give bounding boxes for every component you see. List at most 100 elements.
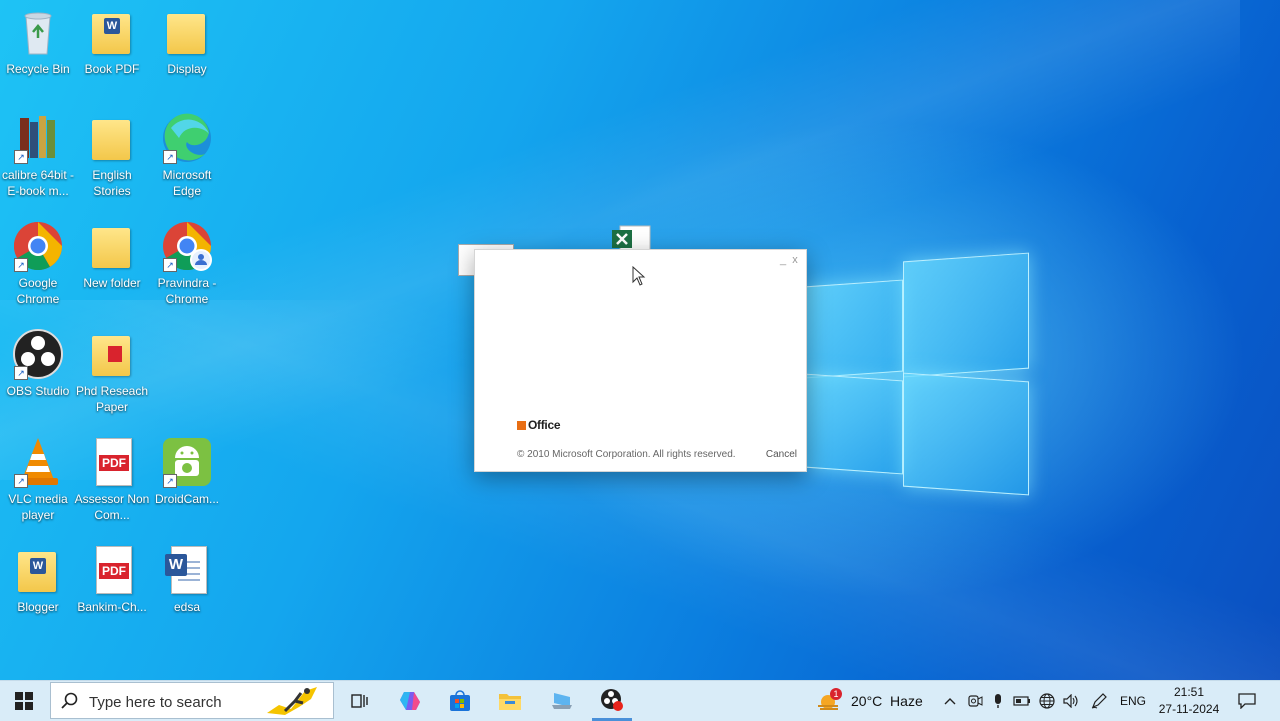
desktop-icon-book-pdf[interactable]: W Book PDF	[74, 6, 150, 77]
taskbar: 1 20°C Haze ENG 21:51 27-11-2024	[0, 680, 1280, 721]
battery-icon	[1013, 696, 1030, 706]
microphone-tray-button[interactable]	[988, 681, 1008, 721]
task-view-button[interactable]	[340, 681, 380, 721]
minimize-button[interactable]: _	[778, 254, 788, 266]
laptop-icon	[552, 693, 572, 709]
desktop-icon-new-folder[interactable]: New folder	[74, 220, 150, 291]
weather-text: 20°C Haze	[851, 693, 923, 709]
desktop-icon-label: Microsoft Edge	[162, 168, 212, 198]
desktop-icon-calibre[interactable]: ↗ calibre 64bit - E-book m...	[0, 112, 76, 199]
close-button[interactable]: x	[790, 254, 800, 266]
edge-icon: ↗	[161, 112, 213, 164]
folder-icon	[86, 112, 138, 164]
desktop-icon-label: Assessor Non Com...	[74, 492, 150, 522]
desktop-icon-label: Phd Reseach Paper	[75, 384, 149, 414]
network-tray-button[interactable]	[1036, 681, 1058, 721]
task-view-icon	[351, 694, 368, 708]
desktop-icon-label: Recycle Bin	[6, 62, 70, 76]
calibre-books-icon: ↗	[12, 112, 64, 164]
folder-icon: W	[12, 544, 64, 596]
desktop-icon-label: Book PDF	[84, 62, 140, 76]
chrome-profile-icon: ↗	[161, 220, 213, 272]
windows-logo-wallpaper	[795, 252, 1030, 496]
weather-widget[interactable]: 1 20°C Haze	[816, 681, 926, 721]
globe-network-icon	[1039, 693, 1055, 709]
pdf-file-icon: PDF	[86, 436, 138, 488]
pen-tray-button[interactable]	[1088, 681, 1110, 721]
desktop-icon-google-chrome[interactable]: ↗ Google Chrome	[0, 220, 76, 307]
weather-haze-icon: 1	[816, 688, 842, 712]
desktop-icon-bankim[interactable]: PDF Bankim-Ch...	[74, 544, 150, 615]
windows-start-icon	[15, 692, 33, 710]
obs-icon: ↗	[12, 328, 64, 380]
search-icon	[61, 692, 78, 709]
input-language-button[interactable]: ENG	[1116, 681, 1150, 721]
desktop-icon-phd-research-paper[interactable]: Phd Reseach Paper	[74, 328, 150, 415]
microsoft-store-button[interactable]	[440, 681, 480, 721]
battery-tray-button[interactable]	[1010, 681, 1034, 721]
language-indicator: ENG	[1119, 694, 1146, 708]
notification-icon	[1238, 693, 1256, 709]
store-icon	[450, 690, 470, 711]
shortcut-arrow-icon: ↗	[163, 150, 177, 164]
microphone-icon	[995, 694, 1001, 708]
search-highlight-kung-fu-icon	[267, 687, 317, 715]
file-explorer-icon	[499, 694, 521, 710]
taskbar-search-box[interactable]	[50, 682, 334, 719]
search-input[interactable]	[87, 689, 261, 715]
desktop-icon-blogger[interactable]: W Blogger	[0, 544, 76, 615]
desktop: Recycle Bin ↗ calibre 64bit - E-book m..…	[0, 0, 1280, 680]
shortcut-arrow-icon: ↗	[163, 258, 177, 272]
desktop-icon-microsoft-edge[interactable]: ↗ Microsoft Edge	[149, 112, 225, 199]
camera-tray-button[interactable]	[964, 681, 986, 721]
desktop-icon-label: Google Chrome	[16, 276, 60, 306]
shortcut-arrow-icon: ↗	[163, 474, 177, 488]
desktop-icon-label: edsa	[173, 600, 201, 614]
laptop-app-button[interactable]	[542, 681, 582, 721]
desktop-icon-display[interactable]: Display	[149, 6, 225, 77]
clock-time: 21:51	[1173, 685, 1205, 699]
desktop-icon-label: New folder	[83, 276, 141, 290]
desktop-icon-assessor[interactable]: PDF Assessor Non Com...	[74, 436, 150, 523]
file-explorer-button[interactable]	[490, 681, 530, 721]
shortcut-arrow-icon: ↗	[14, 474, 28, 488]
clock[interactable]: 21:51 27-11-2024	[1150, 684, 1228, 718]
copilot-icon	[400, 692, 420, 710]
desktop-icon-label: Blogger	[17, 600, 59, 614]
notifications-button[interactable]	[1234, 681, 1260, 721]
shortcut-arrow-icon: ↗	[14, 150, 28, 164]
desktop-icon-label: calibre 64bit - E-book m...	[1, 168, 75, 198]
desktop-icon-recycle-bin[interactable]: Recycle Bin	[0, 6, 76, 77]
start-button[interactable]	[0, 681, 48, 721]
desktop-icon-label: DroidCam...	[154, 492, 219, 506]
office-logo: Office	[517, 418, 561, 432]
desktop-icon-pravindra-chrome[interactable]: ↗ Pravindra - Chrome	[149, 220, 225, 307]
pdf-file-icon: PDF	[86, 544, 138, 596]
shortcut-arrow-icon: ↗	[14, 258, 28, 272]
recycle-bin-icon	[12, 6, 64, 58]
folder-icon	[161, 6, 213, 58]
copyright-text: © 2010 Microsoft Corporation. All rights…	[517, 449, 736, 460]
pen-icon	[1091, 693, 1107, 709]
desktop-icon-label: English Stories	[92, 168, 132, 198]
speaker-icon	[1063, 694, 1078, 708]
obs-taskbar-button[interactable]	[592, 681, 632, 721]
obs-recording-icon	[601, 688, 623, 711]
volume-tray-button[interactable]	[1060, 681, 1082, 721]
folder-icon	[86, 328, 138, 380]
folder-icon: W	[86, 6, 138, 58]
desktop-icon-obs-studio[interactable]: ↗ OBS Studio	[0, 328, 76, 399]
word-document-icon: W	[161, 544, 213, 596]
weather-badge: 1	[830, 688, 842, 700]
desktop-icon-english-stories[interactable]: English Stories	[74, 112, 150, 199]
office-logo-icon	[517, 421, 526, 430]
desktop-icon-vlc[interactable]: ↗ VLC media player	[0, 436, 76, 523]
cancel-button[interactable]: Cancel	[766, 449, 797, 460]
desktop-icon-label: Display	[167, 62, 207, 76]
desktop-icon-edsa[interactable]: W edsa	[149, 544, 225, 615]
desktop-icon-droidcam[interactable]: ↗ DroidCam...	[149, 436, 225, 507]
copilot-button[interactable]	[390, 681, 430, 721]
show-hidden-icons-button[interactable]	[940, 681, 960, 721]
desktop-icon-label: VLC media player	[8, 492, 68, 522]
desktop-icon-label: OBS Studio	[6, 384, 70, 398]
